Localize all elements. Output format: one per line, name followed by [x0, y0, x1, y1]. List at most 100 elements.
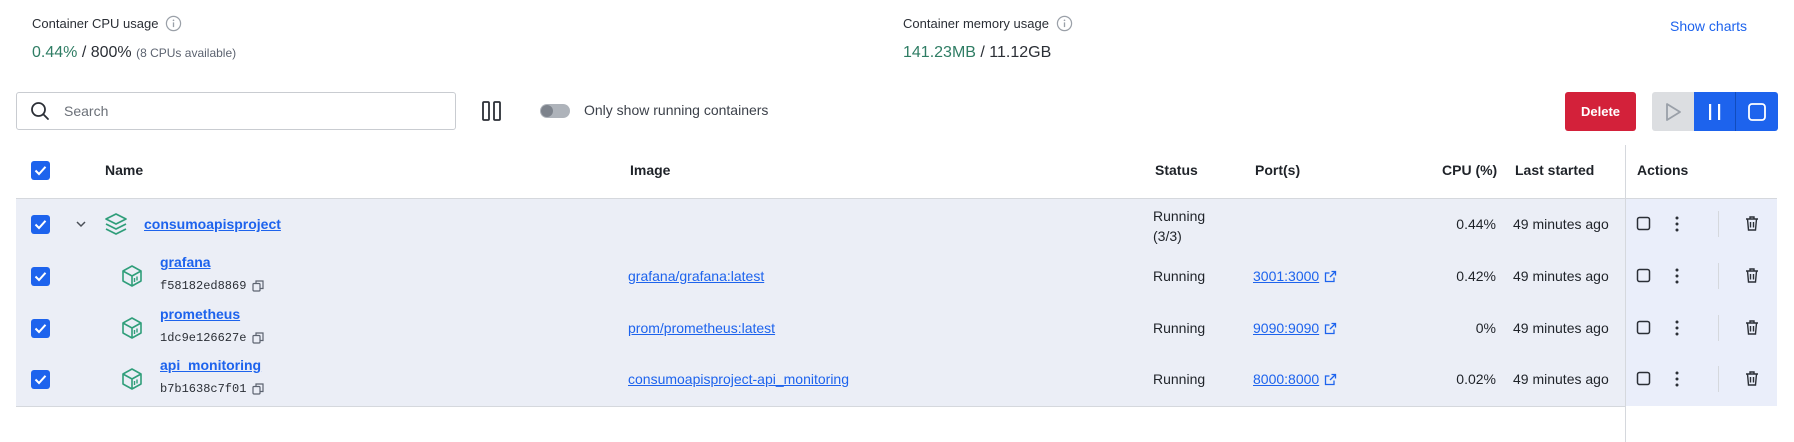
memory-usage-total: / 11.12GB	[975, 44, 1052, 61]
row-checkbox[interactable]	[31, 370, 50, 389]
container-icon	[122, 368, 142, 390]
delete-button[interactable]: Delete	[1565, 92, 1636, 131]
trash-icon[interactable]	[1744, 319, 1760, 336]
copy-icon[interactable]	[252, 280, 265, 292]
stop-icon[interactable]	[1636, 371, 1651, 386]
check-icon	[34, 166, 47, 176]
container-cpu: 0.42%	[1456, 268, 1496, 284]
external-link-icon	[1325, 322, 1337, 334]
memory-usage-amount: 141.23MB	[903, 44, 976, 61]
container-cpu: 0.02%	[1456, 371, 1496, 387]
search-icon	[31, 102, 49, 120]
check-icon	[34, 375, 47, 385]
group-status: Running (3/3)	[1153, 206, 1205, 246]
stack-icon	[105, 213, 127, 235]
port-link-text: 9090:9090	[1253, 320, 1320, 336]
row-checkbox[interactable]	[31, 319, 50, 338]
stop-icon[interactable]	[1636, 268, 1651, 283]
container-icon	[122, 317, 142, 339]
port-link-text: 3001:3000	[1253, 268, 1320, 284]
table-bottom-divider	[16, 406, 1625, 407]
actions-separator	[1718, 263, 1719, 289]
chevron-down-icon[interactable]	[75, 220, 87, 228]
trash-icon[interactable]	[1744, 215, 1760, 232]
pause-button[interactable]	[1694, 92, 1736, 131]
stop-icon[interactable]	[1636, 216, 1651, 231]
start-button[interactable]	[1652, 92, 1694, 131]
stop-button[interactable]	[1736, 92, 1778, 131]
info-icon[interactable]	[1056, 15, 1073, 32]
group-cpu: 0.44%	[1456, 216, 1496, 232]
stop-icon[interactable]	[1636, 320, 1651, 335]
container-id-text: 1dc9e126627e	[160, 331, 247, 345]
group-actions	[1636, 211, 1776, 237]
container-status: Running	[1153, 371, 1206, 387]
image-link[interactable]: consumoapisproject-api_monitoring	[628, 371, 849, 387]
port-link[interactable]: 3001:3000	[1253, 268, 1337, 284]
external-link-icon	[1325, 373, 1337, 385]
actions-separator	[1718, 315, 1719, 341]
port-link-text: 8000:8000	[1253, 371, 1320, 387]
container-name-link[interactable]: grafana	[160, 254, 211, 270]
cpu-usage-value: 0.44% / 800% (8 CPUs available)	[32, 44, 236, 62]
image-link[interactable]: grafana/grafana:latest	[628, 268, 764, 284]
select-all-checkbox[interactable]	[31, 161, 50, 180]
column-header-ports[interactable]: Port(s)	[1255, 162, 1300, 178]
running-only-toggle[interactable]	[540, 104, 570, 118]
port-link[interactable]: 9090:9090	[1253, 320, 1337, 336]
trash-icon[interactable]	[1744, 370, 1760, 387]
stack-name-link[interactable]: consumoapisproject	[144, 216, 281, 232]
memory-usage-label: Container memory usage	[903, 15, 1073, 32]
cpu-available: (8 CPUs available)	[136, 46, 237, 60]
container-last-started: 49 minutes ago	[1513, 268, 1609, 284]
container-last-started: 49 minutes ago	[1513, 320, 1609, 336]
row-actions	[1636, 263, 1776, 289]
search-box[interactable]	[16, 92, 456, 130]
group-last-started: 49 minutes ago	[1513, 216, 1609, 232]
container-status: Running	[1153, 320, 1206, 336]
row-actions	[1636, 366, 1776, 392]
copy-icon[interactable]	[252, 383, 265, 395]
image-link[interactable]: prom/prometheus:latest	[628, 320, 775, 336]
column-header-cpu[interactable]: CPU (%)	[1442, 162, 1497, 178]
actions-separator	[1718, 211, 1719, 237]
container-id: 1dc9e126627e	[160, 331, 265, 345]
columns-icon[interactable]	[481, 100, 503, 122]
search-input[interactable]	[64, 103, 424, 119]
container-name-link[interactable]: api_monitoring	[160, 357, 261, 373]
row-checkbox[interactable]	[31, 267, 50, 286]
column-header-actions: Actions	[1637, 162, 1689, 178]
cpu-usage-label: Container CPU usage	[32, 15, 182, 32]
column-header-name[interactable]: Name	[105, 162, 143, 178]
info-icon[interactable]	[165, 15, 182, 32]
more-options-icon[interactable]	[1674, 370, 1680, 388]
cpu-usage-label-text: Container CPU usage	[32, 16, 159, 31]
header-divider	[16, 198, 1777, 199]
more-options-icon[interactable]	[1674, 215, 1680, 233]
container-name-link[interactable]: prometheus	[160, 306, 240, 322]
check-icon	[34, 272, 47, 282]
play-icon	[1666, 102, 1681, 121]
container-status: Running	[1153, 268, 1206, 284]
more-options-icon[interactable]	[1674, 319, 1680, 337]
more-options-icon[interactable]	[1674, 267, 1680, 285]
row-actions	[1636, 315, 1776, 341]
running-only-label: Only show running containers	[584, 102, 769, 118]
trash-icon[interactable]	[1744, 267, 1760, 284]
check-icon	[34, 324, 47, 334]
stop-icon	[1748, 102, 1766, 121]
actions-separator	[1718, 366, 1719, 392]
container-actions-group	[1652, 92, 1778, 131]
pause-icon	[1708, 103, 1720, 120]
group-status-line2: (3/3)	[1153, 228, 1182, 244]
row-checkbox[interactable]	[31, 215, 50, 234]
column-header-image[interactable]: Image	[630, 162, 670, 178]
container-last-started: 49 minutes ago	[1513, 371, 1609, 387]
column-header-status[interactable]: Status	[1155, 162, 1198, 178]
show-charts-button[interactable]: Show charts	[1670, 18, 1747, 34]
column-header-last-started[interactable]: Last started	[1515, 162, 1594, 178]
port-link[interactable]: 8000:8000	[1253, 371, 1337, 387]
cpu-usage-total: / 800%	[77, 44, 132, 61]
container-id: b7b1638c7f01	[160, 382, 265, 396]
copy-icon[interactable]	[252, 332, 265, 344]
